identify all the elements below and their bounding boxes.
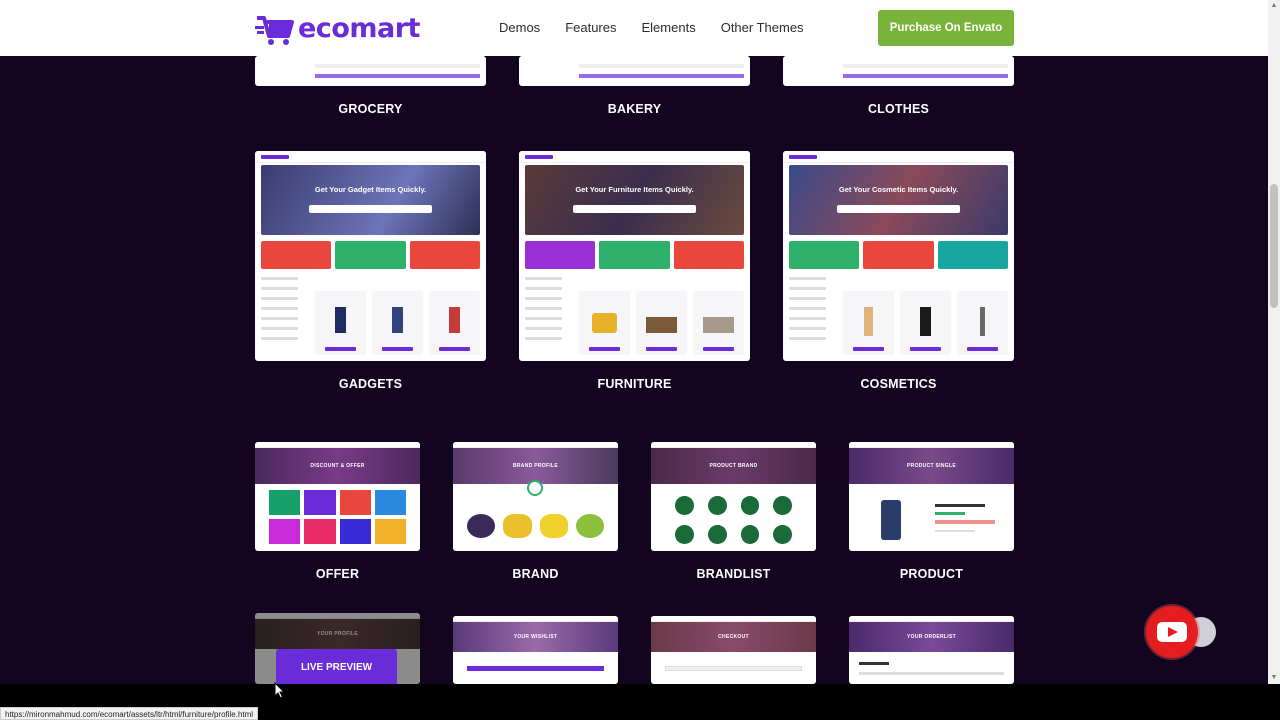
nav-demos[interactable]: Demos [499,20,540,35]
page-thumbnail[interactable]: CHECKOUT [651,616,816,684]
page-label: BRAND [512,567,559,581]
demo-thumbnail[interactable] [255,56,486,86]
banner-title: PRODUCT BRAND [709,463,758,469]
banner-title: BRAND PROFILE [512,463,558,469]
hero-text: Get Your Gadget Items Quickly. [314,185,427,194]
nav-other-themes[interactable]: Other Themes [721,20,804,35]
page-thumbnail[interactable]: PRODUCT BRAND [651,442,816,551]
scroll-thumb[interactable] [1270,184,1278,308]
demo-label: COSMETICS [860,377,937,391]
demo-label: GROCERY [338,102,403,116]
demo-thumbnail[interactable] [783,56,1014,86]
purchase-button[interactable]: Purchase On Envato [878,10,1014,46]
demo-label: FURNITURE [597,377,672,391]
demo-thumbnail[interactable] [519,56,750,86]
youtube-button[interactable] [1146,606,1198,658]
demo-label: BAKERY [607,102,662,116]
banner-title: PRODUCT SINGLE [907,463,956,469]
hero-text: Get Your Furniture Items Quickly. [575,185,694,194]
cart-logo-icon [255,16,294,45]
page-label: PRODUCT [899,567,964,581]
site-header: ecomart Demos Features Elements Other Th… [0,0,1268,56]
page-thumbnail[interactable]: BRAND PROFILE [453,442,618,551]
banner-title: CHECKOUT [718,634,749,640]
page-thumbnail[interactable]: PRODUCT SINGLE [849,442,1014,551]
scroll-down-arrow-icon[interactable]: ▼ [1268,672,1280,684]
page-thumbnail[interactable]: DISCOUNT & OFFER [255,442,420,551]
scrollbar[interactable]: ▲ ▼ [1268,0,1280,684]
hero-text: Get Your Cosmetic Items Quickly. [838,185,959,194]
banner-title: DISCOUNT & OFFER [310,463,365,469]
nav-elements[interactable]: Elements [642,20,696,35]
banner-title: YOUR ORDERLIST [907,634,956,640]
page-thumbnail[interactable]: YOUR WISHLIST [453,616,618,684]
live-preview-button[interactable]: LIVE PREVIEW [276,649,397,685]
logo-text: ecomart [298,12,420,44]
main-nav: Demos Features Elements Other Themes [499,20,829,35]
page-thumbnail[interactable]: YOUR ORDERLIST [849,616,1014,684]
youtube-play-icon [1157,622,1187,642]
mouse-cursor-icon [274,682,286,699]
nav-features[interactable]: Features [565,20,616,35]
scroll-up-arrow-icon[interactable]: ▲ [1268,0,1280,12]
demo-thumbnail[interactable]: Get Your Cosmetic Items Quickly. [783,151,1014,361]
demo-label: CLOTHES [867,102,930,116]
demo-label: GADGETS [338,377,403,391]
page-label: OFFER [315,567,360,581]
page-label: BRANDLIST [696,567,771,581]
demo-thumbnail[interactable]: Get Your Furniture Items Quickly. [519,151,750,361]
logo[interactable]: ecomart [255,12,420,46]
status-url: https://mironmahmud.com/ecomart/assets/l… [0,707,259,720]
banner-title: YOUR WISHLIST [513,634,558,640]
demo-thumbnail[interactable]: Get Your Gadget Items Quickly. [255,151,486,361]
